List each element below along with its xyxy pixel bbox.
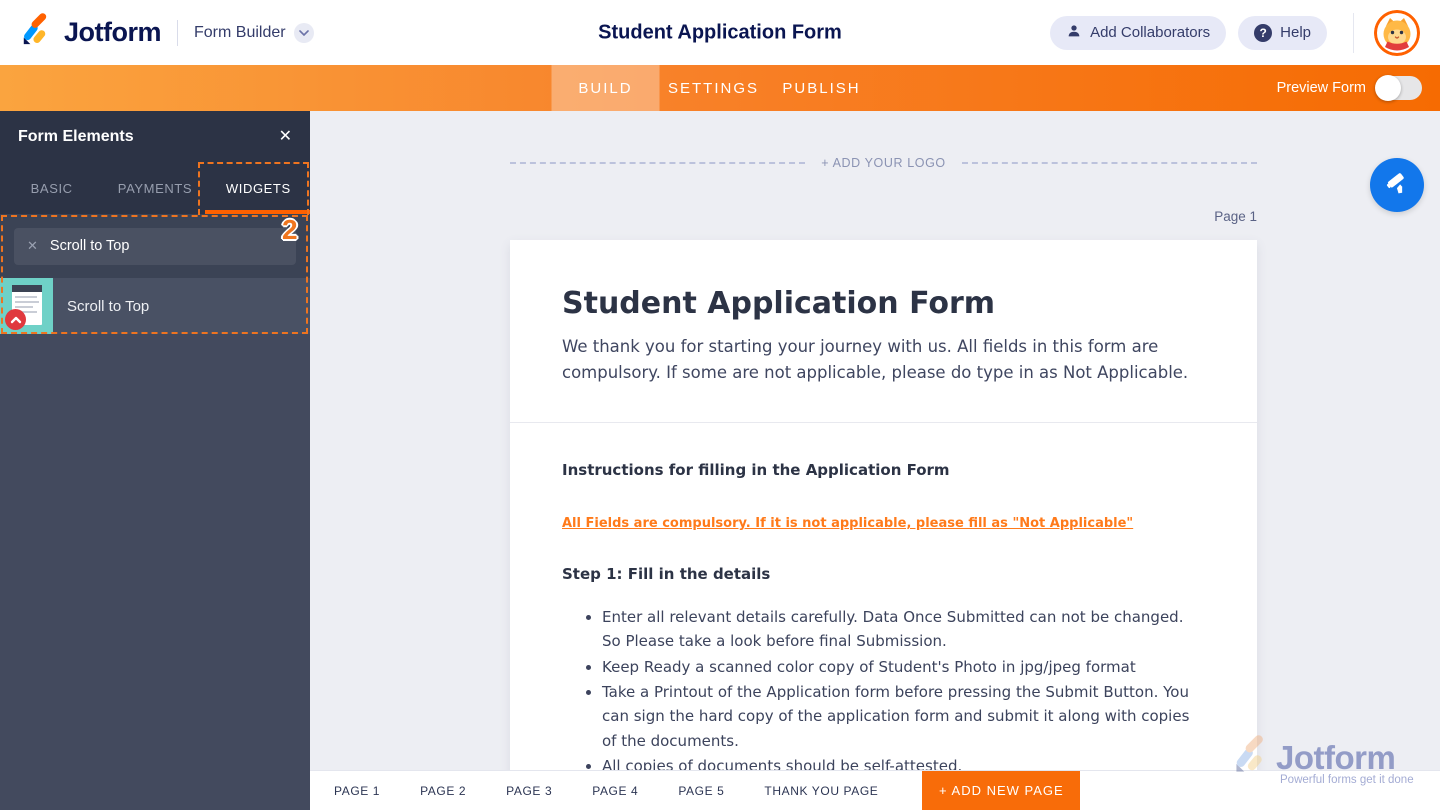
- page-tab-3[interactable]: PAGE 3: [506, 784, 552, 798]
- arrow-up-icon: [5, 309, 26, 330]
- brand-name: Jotform: [64, 17, 161, 48]
- add-collaborators-label: Add Collaborators: [1090, 24, 1210, 41]
- nav-tabs: BUILD SETTINGS PUBLISH: [552, 65, 876, 111]
- form-title[interactable]: Student Application Form: [562, 286, 1205, 321]
- clear-search-icon[interactable]: ✕: [27, 238, 38, 254]
- page-tab-1[interactable]: PAGE 1: [334, 784, 380, 798]
- dashed-line: [510, 162, 805, 164]
- preview-form-control: Preview Form: [1277, 65, 1440, 111]
- compulsory-note: All Fields are compulsory. If it is not …: [562, 516, 1133, 531]
- main-nav-bar: BUILD SETTINGS PUBLISH Preview Form: [0, 65, 1440, 111]
- preview-form-toggle[interactable]: [1376, 76, 1422, 100]
- form-title-header[interactable]: Student Application Form: [598, 21, 842, 44]
- toggle-knob: [1375, 75, 1401, 101]
- add-collaborators-button[interactable]: Add Collaborators: [1050, 16, 1226, 50]
- help-label: Help: [1280, 24, 1311, 41]
- instructions-heading: Instructions for filling in the Applicat…: [562, 461, 1205, 479]
- close-icon[interactable]: ✕: [279, 129, 292, 145]
- form-canvas: + ADD YOUR LOGO Page 1 Student Applicati…: [310, 111, 1440, 810]
- product-switcher[interactable]: Form Builder: [194, 23, 314, 43]
- form-elements-title: Form Elements: [18, 128, 134, 146]
- tab-settings[interactable]: SETTINGS: [660, 65, 768, 111]
- page-navigation-bar: PAGE 1 PAGE 2 PAGE 3 PAGE 4 PAGE 5 THANK…: [310, 770, 1440, 810]
- widget-icon-page: [12, 285, 42, 325]
- page-indicator: Page 1: [1214, 209, 1257, 224]
- widget-search-box[interactable]: ✕: [14, 228, 296, 265]
- form-preview-card[interactable]: Student Application Form We thank you fo…: [510, 240, 1257, 810]
- jotform-logo-icon: [20, 13, 54, 52]
- widget-result-label: Scroll to Top: [67, 298, 149, 315]
- list-item: Keep Ready a scanned color copy of Stude…: [602, 655, 1205, 679]
- form-elements-panel: Form Elements ✕ BASIC PAYMENTS WIDGETS ✕: [0, 111, 310, 810]
- scroll-to-top-widget-icon: [0, 278, 53, 334]
- list-item: Enter all relevant details carefully. Da…: [602, 605, 1205, 654]
- preview-form-label: Preview Form: [1277, 80, 1366, 96]
- user-icon: [1066, 23, 1082, 43]
- add-logo-label: + ADD YOUR LOGO: [821, 156, 945, 170]
- form-subtitle[interactable]: We thank you for starting your journey w…: [562, 334, 1205, 386]
- add-logo-area[interactable]: + ADD YOUR LOGO: [510, 156, 1257, 170]
- tab-build[interactable]: BUILD: [552, 65, 660, 111]
- tab-publish[interactable]: PUBLISH: [768, 65, 876, 111]
- active-tab-indicator: [205, 210, 310, 214]
- help-icon: ?: [1254, 24, 1272, 42]
- page-tab-thank-you[interactable]: THANK YOU PAGE: [764, 784, 878, 798]
- top-header: Jotform Form Builder Student Application…: [0, 0, 1440, 65]
- add-new-page-button[interactable]: + ADD NEW PAGE: [922, 771, 1080, 810]
- form-designer-button[interactable]: [1370, 158, 1424, 212]
- tab-payments[interactable]: PAYMENTS: [103, 163, 206, 214]
- chevron-down-icon: [294, 23, 314, 43]
- jotform-logo[interactable]: Jotform: [20, 13, 161, 52]
- widget-search-input[interactable]: [50, 238, 270, 254]
- product-label: Form Builder: [194, 24, 286, 42]
- tab-widgets[interactable]: WIDGETS: [207, 163, 310, 214]
- page-tab-5[interactable]: PAGE 5: [678, 784, 724, 798]
- header-divider: [177, 20, 178, 46]
- list-item: Take a Printout of the Application form …: [602, 680, 1205, 753]
- paint-roller-icon: [1384, 171, 1410, 200]
- header-actions: Add Collaborators ? Help: [1050, 10, 1420, 56]
- step-heading: Step 1: Fill in the details: [562, 565, 1205, 583]
- header-divider: [1353, 13, 1354, 53]
- form-instructions-block[interactable]: Instructions for filling in the Applicat…: [510, 423, 1257, 810]
- widget-result-scroll-to-top[interactable]: Scroll to Top: [0, 278, 310, 334]
- form-builder-app: Jotform Form Builder Student Application…: [0, 0, 1440, 810]
- form-heading-block[interactable]: Student Application Form We thank you fo…: [510, 240, 1257, 423]
- page-tab-2[interactable]: PAGE 2: [420, 784, 466, 798]
- tab-basic[interactable]: BASIC: [0, 163, 103, 214]
- element-tabs: BASIC PAYMENTS WIDGETS: [0, 163, 310, 214]
- help-button[interactable]: ? Help: [1238, 16, 1327, 50]
- widget-search-area: ✕: [0, 214, 310, 278]
- user-avatar[interactable]: [1374, 10, 1420, 56]
- page-tab-4[interactable]: PAGE 4: [592, 784, 638, 798]
- form-elements-header: Form Elements ✕: [0, 111, 310, 163]
- dashed-line: [962, 162, 1257, 164]
